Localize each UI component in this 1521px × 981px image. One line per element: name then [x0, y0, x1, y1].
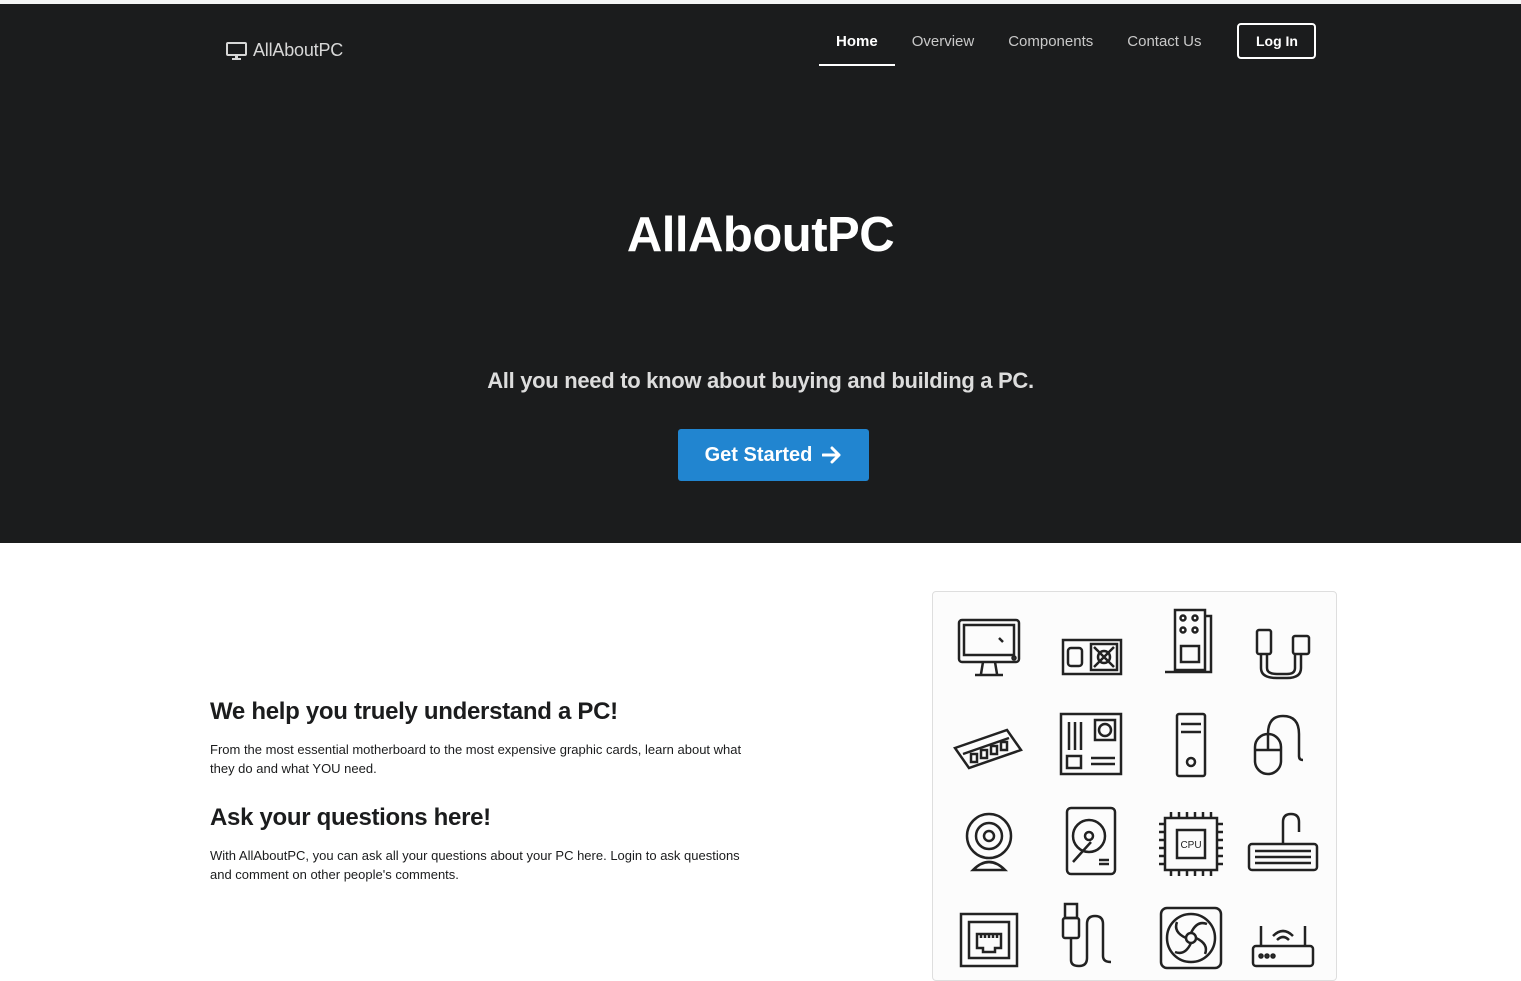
- feature-text-understand: From the most essential motherboard to t…: [210, 742, 742, 776]
- brand-logo[interactable]: AllAboutPC: [226, 40, 343, 61]
- nav-item-home[interactable]: Home: [819, 23, 895, 66]
- sound-card-icon: [1151, 602, 1231, 682]
- keyboard-icon: [1243, 804, 1323, 884]
- ethernet-port-icon: [949, 900, 1029, 980]
- features-section: We help you truely understand a PC! From…: [210, 698, 750, 910]
- monitor-icon: [949, 608, 1029, 688]
- hero-title: AllAboutPC: [626, 208, 895, 262]
- cpu-icon: CPU: [1151, 804, 1231, 884]
- arrow-right-icon: [822, 446, 841, 464]
- nav-item-components[interactable]: Components: [991, 23, 1110, 66]
- get-started-label: Get Started: [704, 443, 813, 466]
- feature-heading-questions: Ask your questions here!: [210, 804, 491, 831]
- hard-drive-icon: [1051, 802, 1131, 882]
- monitor-icon: [226, 41, 247, 60]
- motherboard-icon: [1051, 704, 1131, 784]
- power-supply-icon: [1051, 610, 1131, 690]
- cpu-label: CPU: [1180, 840, 1201, 851]
- hero-section: AllAboutPC Home Overview Components Cont…: [0, 4, 1521, 543]
- get-started-button[interactable]: Get Started: [678, 429, 869, 481]
- usb-cable-icon: [1051, 896, 1131, 976]
- login-button[interactable]: Log In: [1237, 23, 1317, 59]
- router-icon: [1243, 902, 1323, 980]
- main-nav: Home Overview Components Contact Us Log …: [819, 23, 1317, 66]
- hero-subtitle: All you need to know about buying and bu…: [487, 368, 1034, 393]
- pc-components-image: CPU: [932, 591, 1337, 981]
- feature-heading-understand: We help you truely understand a PC!: [210, 698, 618, 725]
- feature-text-questions: With AllAboutPC, you can ask all your qu…: [210, 848, 740, 882]
- brand-name: AllAboutPC: [253, 40, 344, 60]
- webcam-icon: [949, 804, 1029, 884]
- ram-icon: [949, 706, 1029, 786]
- components-icon-grid: CPU: [933, 592, 1336, 980]
- nav-item-contact-us[interactable]: Contact Us: [1110, 23, 1218, 66]
- pc-tower-icon: [1151, 706, 1231, 786]
- cooling-fan-icon: [1151, 898, 1231, 978]
- cable-connector-icon: [1243, 612, 1323, 692]
- nav-item-overview[interactable]: Overview: [895, 23, 992, 66]
- mouse-icon: [1243, 704, 1323, 784]
